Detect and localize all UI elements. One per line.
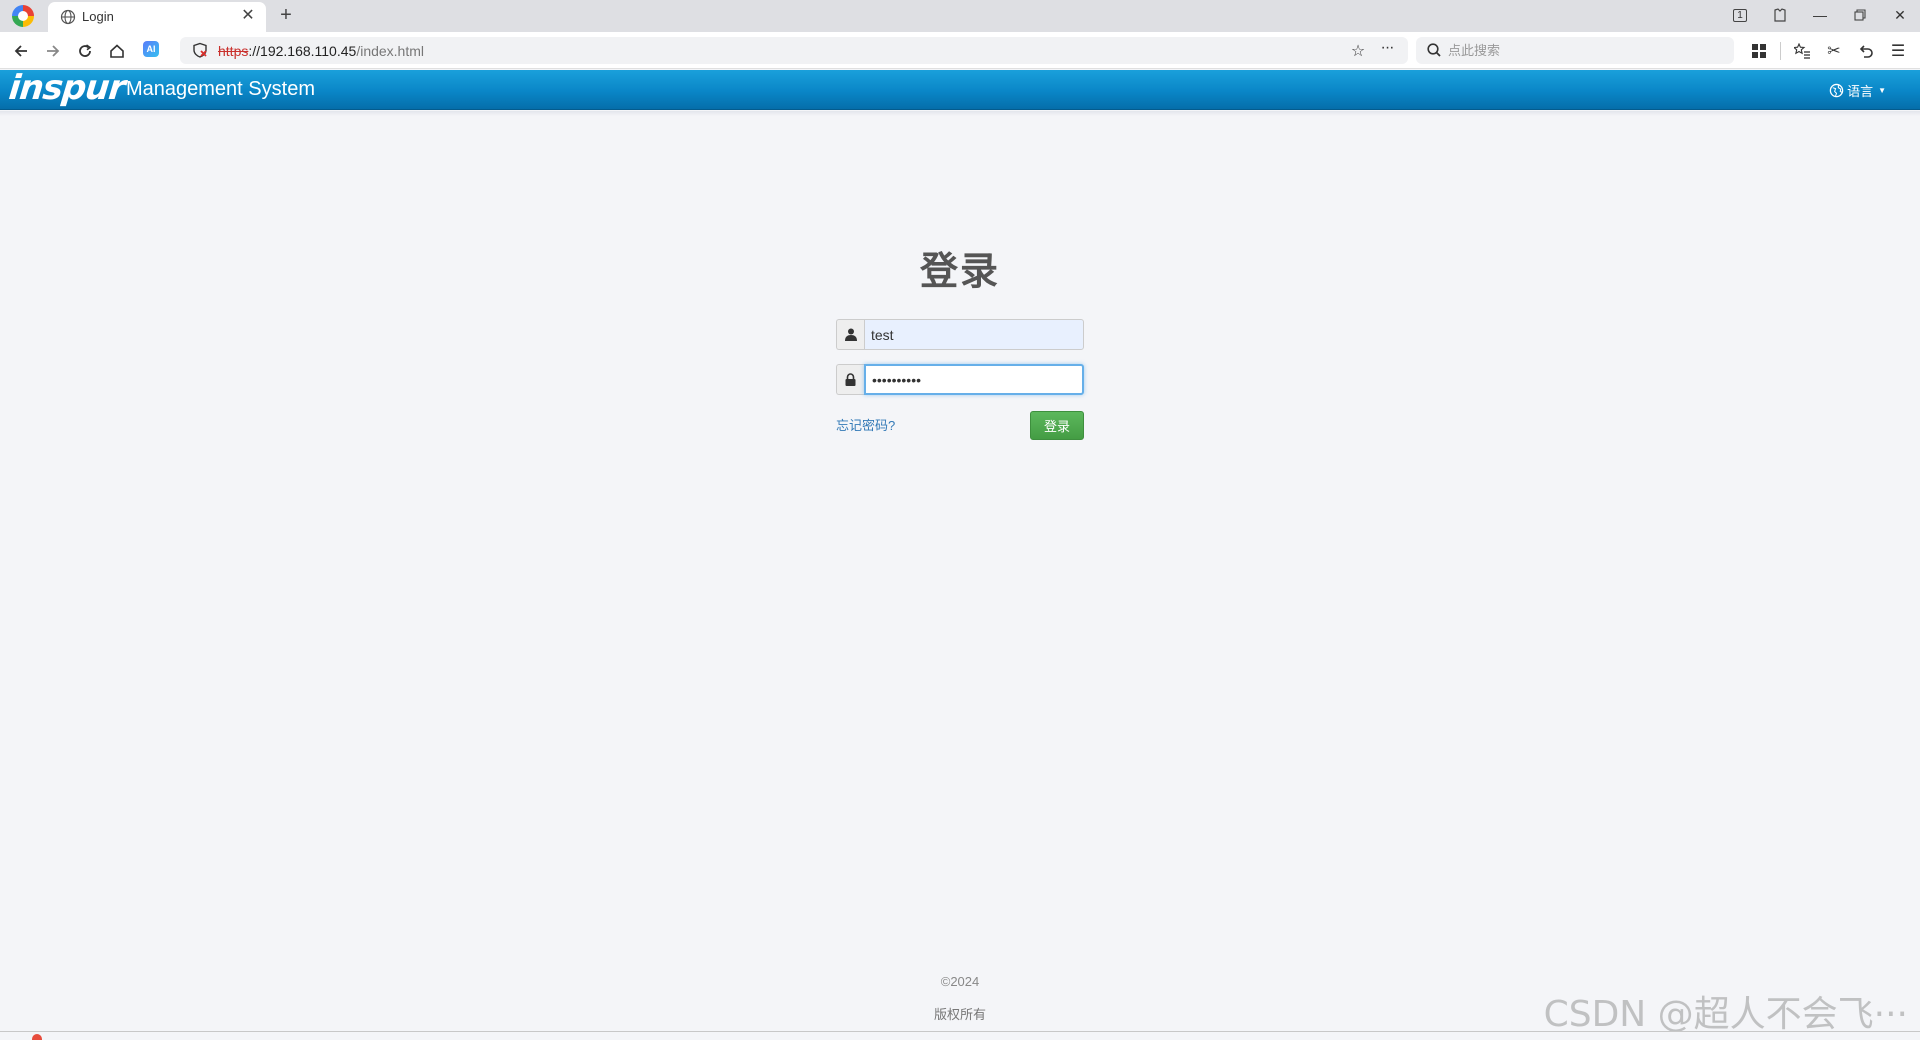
tab-close-icon[interactable]: ✕ — [238, 6, 258, 26]
new-tab-icon[interactable]: + — [275, 4, 297, 26]
search-icon — [1427, 43, 1441, 57]
undo-icon[interactable] — [1853, 38, 1879, 64]
restore-icon[interactable] — [1840, 0, 1880, 30]
login-title: 登录 — [919, 251, 1000, 293]
password-field[interactable] — [864, 364, 1084, 395]
menu-icon[interactable]: ☰ — [1885, 38, 1911, 64]
forward-arrow-icon[interactable] — [42, 40, 64, 62]
language-dropdown[interactable]: 语言 ▼ — [1829, 79, 1886, 101]
header-shadow — [0, 111, 1920, 116]
window-controls: 1 — ✕ — [1720, 0, 1920, 32]
url-text: https://192.168.110.45/index.html — [218, 43, 424, 59]
password-group — [836, 364, 1084, 395]
forgot-password-link[interactable]: 忘记密码? — [836, 415, 895, 434]
login-button[interactable]: 登录 — [1030, 411, 1084, 440]
language-label: 语言 — [1847, 83, 1874, 99]
address-bar[interactable]: https://192.168.110.45/index.html ☆ ··· — [180, 37, 1408, 64]
app-header: inspur Management System 语言 ▼ — [0, 68, 1920, 110]
user-icon — [836, 319, 864, 350]
scissors-icon[interactable]: ✂ — [1821, 38, 1847, 64]
globe-icon — [60, 9, 76, 25]
minimize-icon[interactable]: — — [1800, 0, 1840, 30]
browser-search-box[interactable] — [1416, 37, 1734, 64]
username-field[interactable] — [864, 319, 1084, 350]
url-host: ://192.168.110.45 — [248, 43, 357, 59]
more-dots-icon[interactable]: ··· — [1376, 39, 1398, 61]
tab-title: Login — [82, 9, 114, 24]
browser-tabstrip: Login ✕ + 1 — ✕ — [0, 0, 1920, 32]
apps-grid-icon[interactable] — [1746, 38, 1772, 64]
bottom-divider — [0, 1031, 1920, 1032]
url-protocol: https — [218, 43, 249, 59]
home-icon[interactable] — [106, 40, 128, 62]
search-input[interactable] — [1448, 41, 1718, 60]
tab-counter-label: 1 — [1733, 8, 1747, 22]
lock-icon — [836, 364, 864, 395]
browser-toolbar-icons: ✂ ☰ — [1746, 38, 1911, 64]
insecure-connection-icon[interactable] — [192, 42, 208, 58]
toolbar-divider — [1780, 42, 1781, 60]
app-title: Management System — [126, 78, 315, 100]
caret-down-icon: ▼ — [1878, 85, 1886, 95]
globe-icon — [1829, 83, 1844, 97]
url-path: /index.html — [356, 43, 425, 59]
username-group — [836, 319, 1084, 350]
reload-icon[interactable] — [74, 40, 96, 62]
tab-counter-icon[interactable]: 1 — [1720, 0, 1760, 30]
bookmark-star-icon[interactable]: ☆ — [1348, 41, 1368, 61]
csdn-watermark: CSDN @超人不会飞··· — [1543, 994, 1908, 1035]
back-arrow-icon[interactable] — [10, 40, 32, 62]
favorites-icon[interactable] — [1789, 38, 1815, 64]
inspur-logo: inspur — [6, 68, 127, 108]
browser-tab[interactable]: Login ✕ — [48, 2, 266, 32]
browser-logo-icon — [12, 5, 34, 27]
ai-assistant-icon[interactable]: AI — [143, 41, 159, 57]
skin-icon[interactable] — [1760, 0, 1800, 30]
taskbar-indicator — [32, 1034, 42, 1040]
close-window-icon[interactable]: ✕ — [1880, 0, 1920, 30]
